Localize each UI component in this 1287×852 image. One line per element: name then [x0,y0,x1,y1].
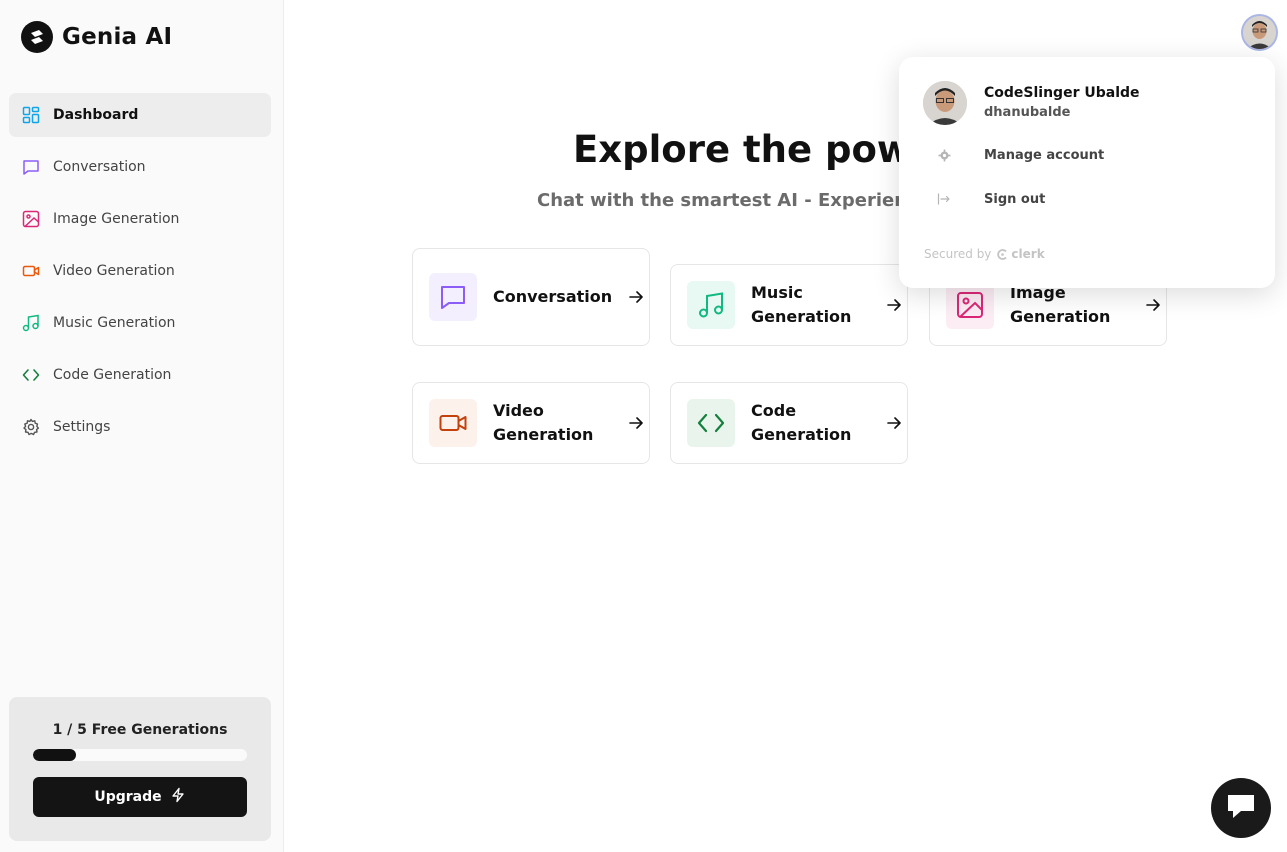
arrow-right-icon [627,288,645,306]
brand[interactable]: Genia AI [21,21,172,53]
brand-logo-icon [21,21,53,53]
code-icon [22,366,40,384]
tool-card-label: Code Generation [751,401,852,444]
sidebar-nav: Dashboard Conversation Image Generation … [9,93,271,457]
user-full-name: CodeSlinger Ubalde [984,85,1140,101]
music-icon [22,314,40,332]
sidebar-item-label: Code Generation [53,367,172,383]
arrow-right-icon [627,414,645,432]
sidebar-item-conversation[interactable]: Conversation [9,145,271,189]
tool-card-code-generation[interactable]: Code Generation [670,382,908,464]
message-square-icon [22,158,40,176]
clerk-wordmark: clerk [1011,247,1045,261]
chat-support-button[interactable] [1211,778,1271,838]
zap-icon [170,787,186,807]
arrow-right-icon [885,296,903,314]
manage-account-button[interactable]: Manage account [899,137,1275,173]
page-subtitle: Chat with the smartest AI - Experience [537,190,930,211]
code-icon [687,399,735,447]
free-generations-progress [33,749,247,761]
tool-card-label: Music Generation [751,283,852,326]
tool-card-label: Conversation [493,287,613,306]
image-icon [946,281,994,329]
arrow-right-icon [1144,296,1162,314]
secured-by-label: Secured by [924,247,992,261]
sidebar-item-dashboard[interactable]: Dashboard [9,93,271,137]
sidebar-item-label: Conversation [53,159,146,175]
brand-name: Genia AI [62,24,173,50]
tool-card-video-generation[interactable]: Video Generation [412,382,650,464]
sidebar-item-label: Dashboard [53,107,139,123]
avatar [1243,16,1276,49]
free-generations-card: 1 / 5 Free Generations Upgrade [9,697,271,841]
sidebar-item-label: Music Generation [53,315,176,331]
sign-out-label: Sign out [984,191,1046,207]
video-icon [429,399,477,447]
tool-card-label: Image Generation [1010,283,1111,326]
page-title: Explore the powe [573,128,937,171]
sidebar: Genia AI Dashboard Conversation Image Ge… [0,0,284,852]
image-icon [22,210,40,228]
video-icon [22,262,40,280]
sign-out-icon [937,192,951,206]
secured-by-footer: Secured by clerk [924,247,1045,261]
sidebar-item-video-generation[interactable]: Video Generation [9,249,271,293]
user-username: dhanubalde [984,105,1071,120]
tool-card-conversation[interactable]: Conversation [412,248,650,346]
avatar [923,81,967,125]
manage-account-label: Manage account [984,147,1105,163]
sidebar-item-label: Video Generation [53,263,175,279]
clerk-logo[interactable]: clerk [996,247,1045,261]
sidebar-item-music-generation[interactable]: Music Generation [9,301,271,345]
tool-card-label: Video Generation [493,401,594,444]
settings-icon [22,418,40,436]
sidebar-item-label: Image Generation [53,211,180,227]
sign-out-button[interactable]: Sign out [899,181,1275,217]
arrow-right-icon [885,414,903,432]
sidebar-item-label: Settings [53,419,111,435]
user-menu-popover: CodeSlinger Ubalde dhanubalde Manage acc… [899,57,1275,288]
user-avatar-button[interactable] [1241,14,1278,51]
layout-dashboard-icon [22,106,40,124]
free-generations-count: 1 / 5 Free Generations [52,722,228,738]
sidebar-item-settings[interactable]: Settings [9,405,271,449]
upgrade-button[interactable]: Upgrade [33,777,247,817]
upgrade-button-label: Upgrade [94,789,162,805]
free-generations-progress-fill [33,749,76,761]
gear-icon [937,148,951,162]
sidebar-item-image-generation[interactable]: Image Generation [9,197,271,241]
message-square-icon [429,273,477,321]
music-icon [687,281,735,329]
chat-icon [1226,792,1256,824]
sidebar-item-code-generation[interactable]: Code Generation [9,353,271,397]
tool-card-music-generation[interactable]: Music Generation [670,264,908,346]
